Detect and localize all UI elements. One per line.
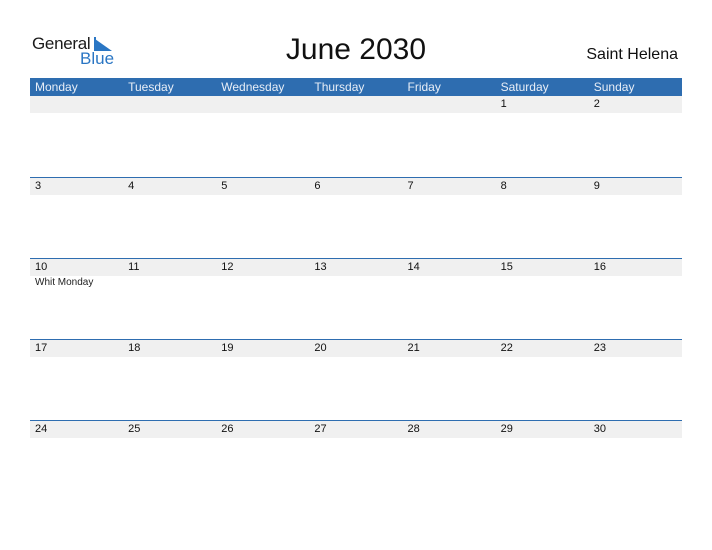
holiday-label: [123, 276, 216, 289]
day-number: 10: [35, 261, 48, 273]
day-number: 26: [221, 423, 234, 435]
holiday-label: [216, 276, 309, 289]
holiday-label: [309, 276, 402, 289]
day-number: 6: [314, 180, 321, 192]
day-number: [30, 96, 123, 113]
day-number: 7: [407, 180, 414, 192]
day-number: 25: [128, 423, 141, 435]
weekday-saturday: Saturday: [500, 80, 549, 94]
day-number: 24: [35, 423, 48, 435]
week-row: 17 18 19 20 21 22 23: [30, 339, 682, 420]
week-row: 10 11 12 13 14 15 16 Whit Monday: [30, 258, 682, 339]
day-number: 20: [314, 342, 327, 354]
weekday-thursday: Thursday: [314, 80, 365, 94]
day-number: 3: [35, 180, 42, 192]
day-number: [216, 96, 309, 113]
holiday-label: Whit Monday: [35, 277, 94, 288]
day-number-strip: 12: [30, 96, 682, 113]
day-number: 30: [593, 423, 606, 435]
week-row: 3 4 5 6 7 8 9: [30, 177, 682, 258]
day-number-strip: 24 25 26 27 28 29 30: [30, 421, 682, 438]
holiday-label: [403, 276, 496, 289]
day-number: 13: [314, 261, 327, 273]
day-number: 2: [593, 98, 600, 110]
day-number: 19: [221, 342, 234, 354]
country-label: Saint Helena: [586, 46, 678, 63]
day-number: [403, 96, 496, 113]
day-number: 12: [221, 261, 234, 273]
holiday-label: [496, 276, 589, 289]
day-number: 17: [35, 342, 48, 354]
day-number-strip: 3 4 5 6 7 8 9: [30, 178, 682, 195]
day-number: 5: [221, 180, 228, 192]
day-number: 28: [407, 423, 420, 435]
day-number: 11: [128, 261, 140, 273]
weekday-monday: Monday: [35, 80, 78, 94]
calendar-grid: Monday Tuesday Wednesday Thursday Friday Satu…: [30, 78, 682, 501]
weekday-sunday: Sunday: [593, 80, 635, 94]
holiday-label: [589, 276, 682, 289]
weekday-tuesday: Tuesday: [128, 80, 174, 94]
day-number: 8: [500, 180, 507, 192]
week-row: 24 25 26 27 28 29 30: [30, 420, 682, 501]
day-number: 4: [128, 180, 135, 192]
day-number: 9: [593, 180, 600, 192]
day-number: 18: [128, 342, 141, 354]
day-number-strip: 17 18 19 20 21 22 23: [30, 340, 682, 357]
weekday-friday: Friday: [407, 80, 441, 94]
week-row: 12: [30, 96, 682, 177]
day-number-strip: 10 11 12 13 14 15 16: [30, 259, 682, 276]
weekday-wednesday: Wednesday: [221, 80, 285, 94]
day-number: 27: [314, 423, 327, 435]
day-number: 23: [593, 342, 606, 354]
day-number: 21: [407, 342, 420, 354]
day-number: [309, 96, 402, 113]
day-number: 29: [500, 423, 513, 435]
day-number: 14: [407, 261, 420, 273]
weekday-header: Monday Tuesday Wednesday Thursday Friday Satu…: [30, 78, 682, 96]
day-number: 16: [593, 261, 606, 273]
day-number: 1: [500, 98, 507, 110]
events-row: Whit Monday: [30, 276, 682, 289]
day-number: [123, 96, 216, 113]
day-number: 22: [500, 342, 513, 354]
day-number: 15: [500, 261, 513, 273]
